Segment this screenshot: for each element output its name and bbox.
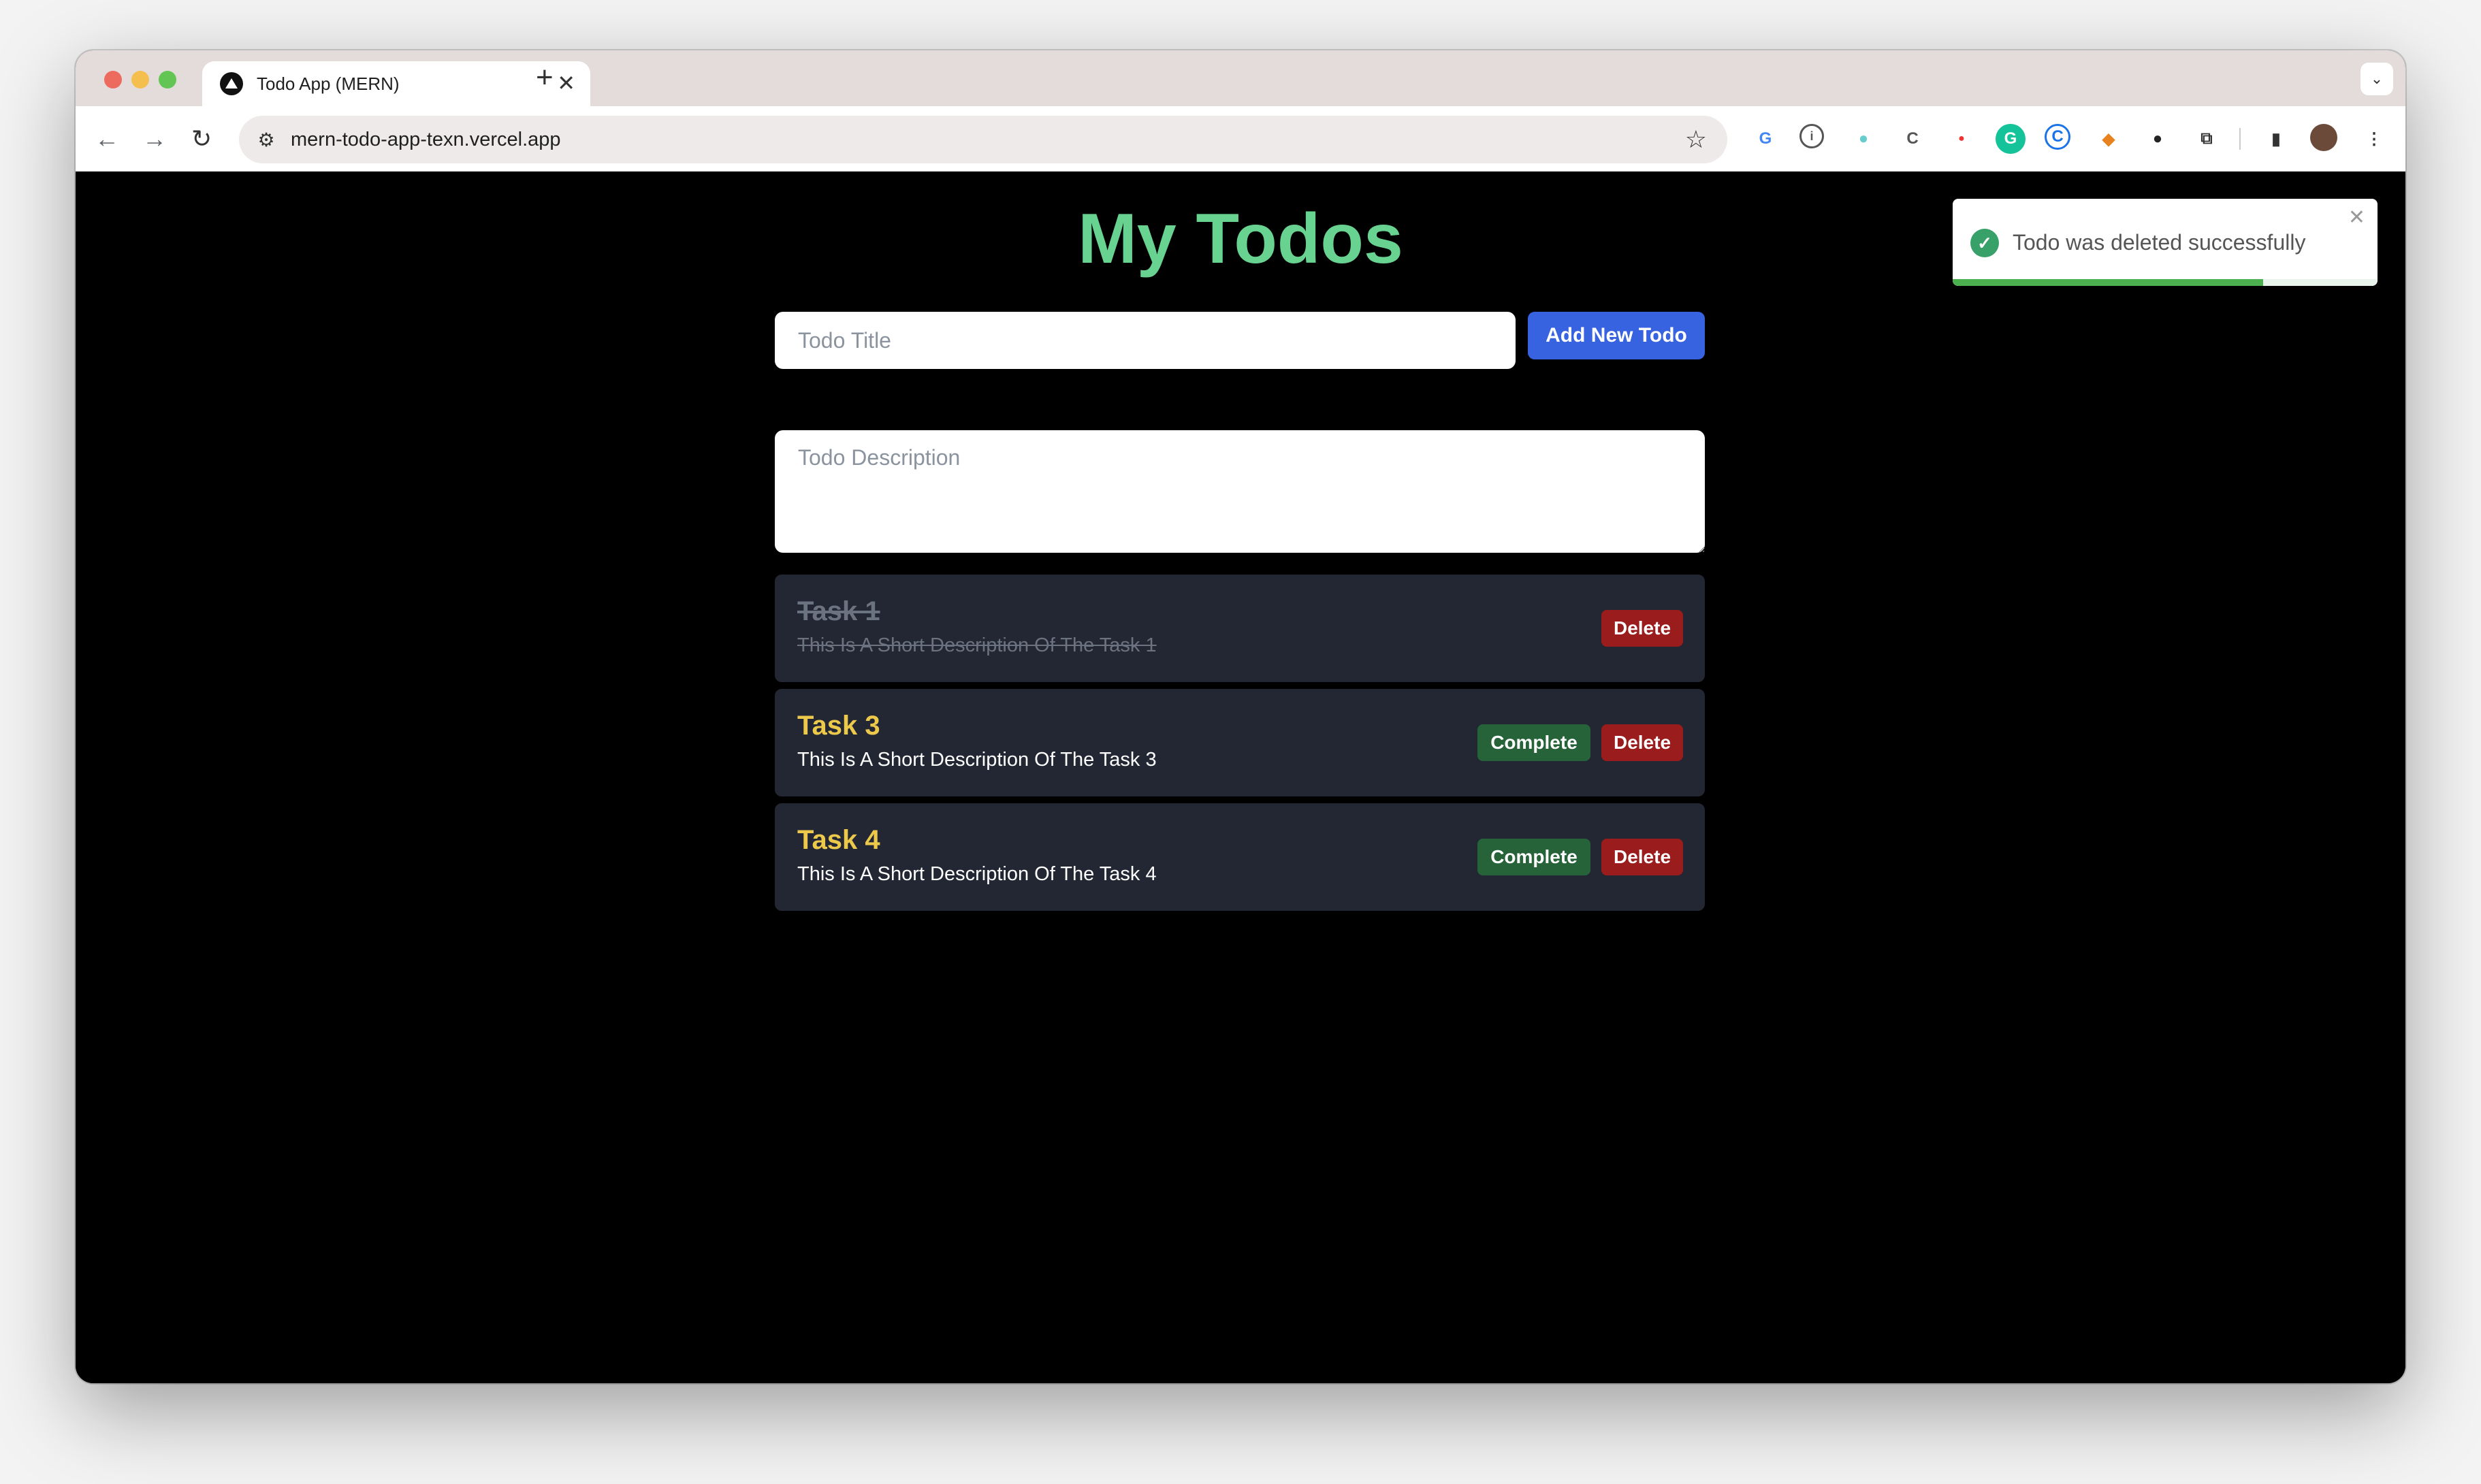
todo-description: This Is A Short Description Of The Task … <box>797 863 1157 885</box>
todo-title: Task 4 <box>797 825 880 855</box>
toolbar-divider <box>2239 128 2241 150</box>
back-arrow-icon[interactable]: ← <box>95 121 119 157</box>
bookmark-star-icon[interactable]: ☆ <box>1685 125 1707 154</box>
tab-strip: Todo App (MERN) ✕ + ⌄ <box>76 50 2405 106</box>
add-new-todo-button[interactable]: Add New Todo <box>1528 312 1705 359</box>
todo-title: Task 1 <box>797 596 880 626</box>
tab-title: Todo App (MERN) <box>257 73 400 94</box>
delete-button[interactable]: Delete <box>1601 839 1683 875</box>
close-window-button[interactable] <box>104 71 122 88</box>
toast-notification: ✓ Todo was deleted successfully ✕ <box>1953 199 2378 286</box>
minimize-window-button[interactable] <box>131 71 149 88</box>
extensions-puzzle-icon[interactable]: ⧉ <box>2192 124 2222 154</box>
toast-progress-bar <box>1953 279 2263 286</box>
toast-message: Todo was deleted successfully <box>2013 230 2306 255</box>
browser-window: Todo App (MERN) ✕ + ⌄ ← → ↻ ⚙ mern-todo-… <box>76 50 2405 1383</box>
tab-close-icon[interactable]: ✕ <box>557 71 575 95</box>
new-tab-button[interactable]: + <box>536 60 554 95</box>
delete-button[interactable]: Delete <box>1601 610 1683 647</box>
todo-item: Task 4 This Is A Short Description Of Th… <box>775 803 1705 911</box>
browser-toolbar: ← → ↻ ⚙ mern-todo-app-texn.vercel.app ☆ … <box>76 106 2405 172</box>
todo-item: Task 3 This Is A Short Description Of Th… <box>775 689 1705 796</box>
more-menu-icon[interactable]: ⋮ <box>2359 124 2389 154</box>
browser-tab[interactable]: Todo App (MERN) ✕ <box>202 61 590 106</box>
tab-search-chevron-icon[interactable]: ⌄ <box>2360 63 2393 95</box>
profile-avatar[interactable] <box>2310 124 2337 151</box>
todo-title: Task 3 <box>797 711 880 741</box>
translate-extension-icon[interactable]: G <box>1750 124 1780 154</box>
page-content: My Todos Add New Todo Task 1 This Is A S… <box>76 172 2405 1383</box>
complete-button[interactable]: Complete <box>1477 724 1590 761</box>
delete-button[interactable]: Delete <box>1601 724 1683 761</box>
side-panel-icon[interactable]: ▮ <box>2261 124 2291 154</box>
forward-arrow-icon[interactable]: → <box>142 121 167 157</box>
address-bar[interactable]: ⚙ mern-todo-app-texn.vercel.app ☆ <box>239 116 1727 163</box>
extension-icon[interactable]: ● <box>1848 124 1878 154</box>
todo-description: This Is A Short Description Of The Task … <box>797 749 1157 771</box>
extension-icon[interactable]: C <box>1898 124 1927 154</box>
maximize-window-button[interactable] <box>159 71 176 88</box>
grammarly-extension-icon[interactable]: G <box>1996 124 2026 154</box>
toast-close-icon[interactable]: ✕ <box>2348 206 2365 229</box>
todo-item: Task 1 This Is A Short Description Of Th… <box>775 575 1705 682</box>
todo-description-input[interactable] <box>775 430 1705 553</box>
reload-icon[interactable]: ↻ <box>191 121 212 157</box>
vercel-favicon-icon <box>220 72 243 95</box>
extension-icon[interactable]: ● <box>1947 124 1976 154</box>
complete-button[interactable]: Complete <box>1477 839 1590 875</box>
extension-icon[interactable]: i <box>1799 124 1824 148</box>
todo-description: This Is A Short Description Of The Task … <box>797 634 1157 656</box>
fox-extension-icon[interactable]: ◆ <box>2094 124 2124 154</box>
extension-icon[interactable]: ● <box>2143 124 2173 154</box>
site-settings-icon[interactable]: ⚙ <box>253 129 280 151</box>
extension-icon[interactable]: C <box>2045 124 2070 150</box>
url-text[interactable]: mern-todo-app-texn.vercel.app <box>291 129 561 151</box>
todo-title-input[interactable] <box>775 312 1516 369</box>
success-check-icon: ✓ <box>1970 229 1999 257</box>
